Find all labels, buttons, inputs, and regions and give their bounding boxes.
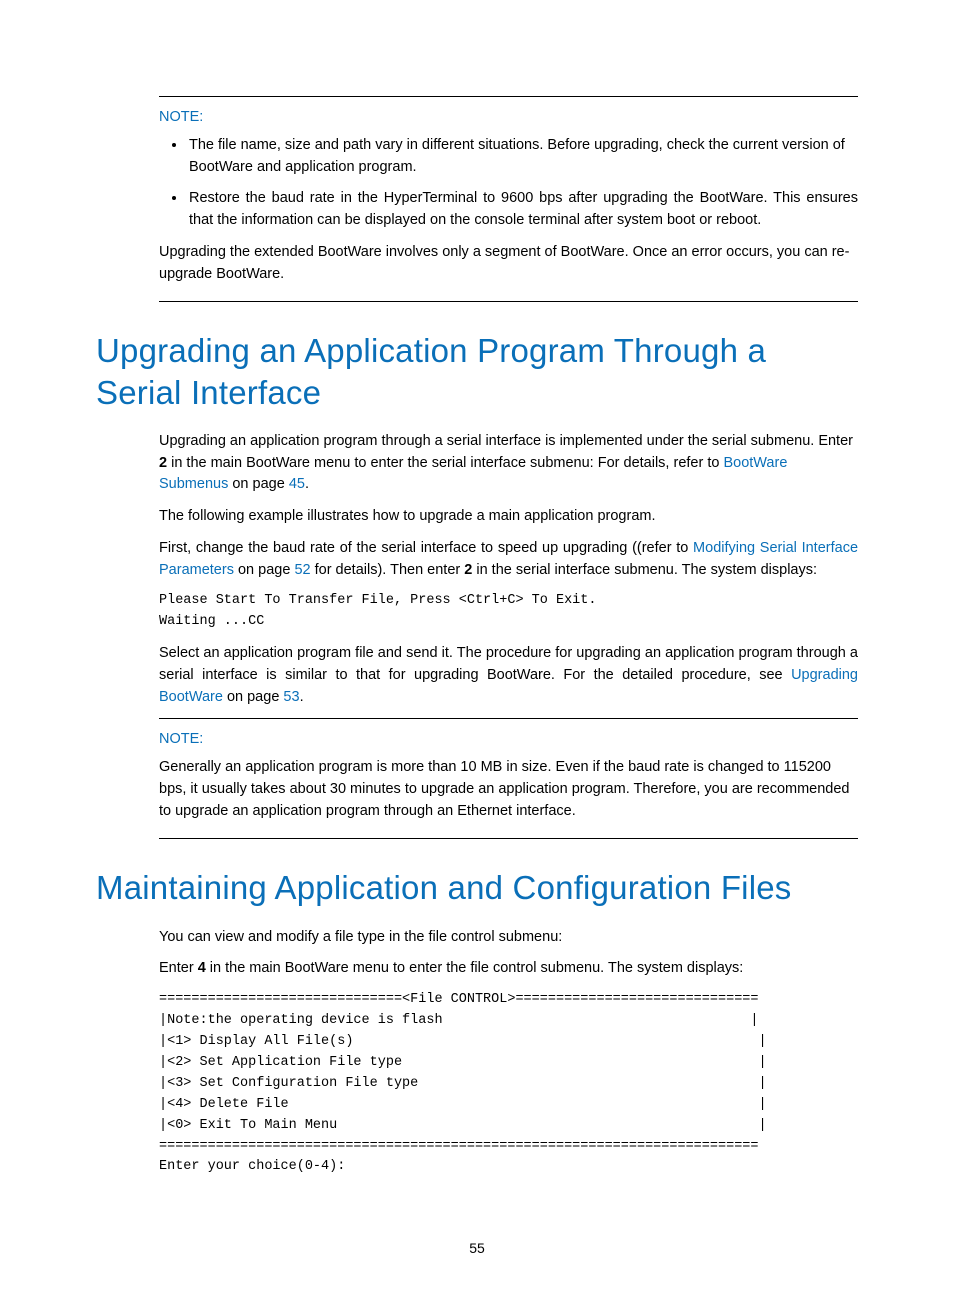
para-6: Enter 4 in the main BootWare menu to ent… (159, 958, 858, 980)
page-number: 55 (96, 1238, 858, 1259)
note1-label: NOTE: (159, 107, 858, 129)
link-page-52[interactable]: 52 (294, 562, 310, 578)
note1-list: The file name, size and path vary in dif… (159, 135, 858, 232)
note-block-1: NOTE: The file name, size and path vary … (159, 96, 858, 302)
bold-2-first: 2 (159, 455, 167, 471)
para-2: The following example illustrates how to… (159, 506, 858, 528)
top-note-wrapper: NOTE: The file name, size and path vary … (159, 96, 858, 302)
code-block-2: ==============================<File CONT… (159, 990, 858, 1178)
para-3: First, change the baud rate of the seria… (159, 538, 858, 582)
section-upgrading-serial: Upgrading an application program through… (159, 431, 858, 840)
note1-bullet-2: Restore the baud rate in the HyperTermin… (187, 188, 858, 232)
link-page-53[interactable]: 53 (283, 689, 299, 705)
link-page-45[interactable]: 45 (289, 476, 305, 492)
heading-maintaining-files: Maintaining Application and Configuratio… (96, 867, 858, 908)
heading-upgrading-serial: Upgrading an Application Program Through… (96, 330, 858, 413)
section-maintaining-files: You can view and modify a file type in t… (159, 927, 858, 1179)
note2-label: NOTE: (159, 729, 858, 751)
note-block-2: NOTE: Generally an application program i… (159, 718, 858, 839)
note1-tail: Upgrading the extended BootWare involves… (159, 242, 858, 286)
note1-bullet-1: The file name, size and path vary in dif… (187, 135, 858, 179)
bold-4: 4 (198, 960, 206, 976)
note2-text: Generally an application program is more… (159, 757, 858, 822)
para-4: Select an application program file and s… (159, 643, 858, 708)
code-block-1: Please Start To Transfer File, Press <Ct… (159, 591, 858, 633)
para-1: Upgrading an application program through… (159, 431, 858, 496)
para-5: You can view and modify a file type in t… (159, 927, 858, 949)
